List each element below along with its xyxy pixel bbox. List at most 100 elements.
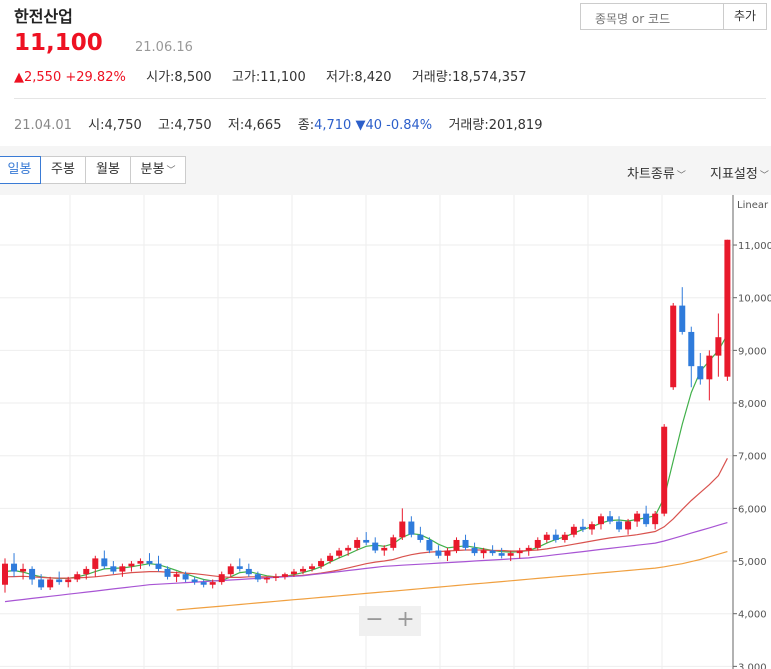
candle-body bbox=[652, 513, 659, 525]
divider bbox=[14, 98, 766, 99]
candle-body bbox=[354, 539, 361, 548]
candle-body bbox=[47, 579, 54, 588]
volume-value: 18,574,357 bbox=[452, 70, 527, 85]
up-arrow-icon: ▲ bbox=[14, 70, 24, 85]
candle-body bbox=[29, 568, 36, 580]
price-change-pct: +29.82% bbox=[65, 70, 126, 85]
hover-open-label: 시 bbox=[88, 118, 101, 133]
candle-body bbox=[272, 576, 279, 578]
price-summary-row: ▲2,550 +29.82% 시가:8,500 고가:11,100 저가:8,4… bbox=[14, 70, 527, 85]
candle-body bbox=[561, 534, 568, 540]
chevron-down-icon: ﹀ bbox=[676, 171, 686, 181]
candle-body bbox=[363, 539, 370, 543]
tab-minute-label: 분봉 bbox=[140, 162, 165, 177]
y-tick-label: 5,000 bbox=[738, 557, 767, 568]
candle-body bbox=[525, 547, 532, 551]
candle-body bbox=[607, 516, 614, 522]
candle-body bbox=[661, 426, 668, 514]
candle-body bbox=[101, 558, 108, 567]
hover-change: 40 bbox=[365, 118, 383, 133]
chevron-down-icon: ﹀ bbox=[166, 166, 176, 176]
candle-body bbox=[119, 566, 126, 572]
chevron-down-icon: ﹀ bbox=[759, 171, 769, 181]
tab-daily[interactable]: 일봉 bbox=[0, 156, 41, 184]
y-tick-label: 10,000 bbox=[738, 294, 771, 305]
y-tick-label: 11,000 bbox=[738, 241, 771, 252]
candle-body bbox=[38, 579, 45, 588]
chart-type-dropdown[interactable]: 차트종류 ﹀ bbox=[627, 163, 686, 182]
y-tick-label: 3,000 bbox=[738, 662, 767, 669]
add-button[interactable]: 추가 bbox=[723, 3, 767, 30]
candle-body bbox=[588, 524, 595, 530]
candle-body bbox=[679, 305, 686, 332]
candle-body bbox=[263, 577, 270, 580]
high-value: 11,100 bbox=[260, 70, 306, 85]
candle-body bbox=[336, 550, 343, 556]
candle-body bbox=[724, 239, 731, 377]
stock-search-input[interactable] bbox=[580, 3, 724, 30]
chart-type-label: 차트종류 bbox=[627, 167, 675, 182]
candle-body bbox=[236, 566, 243, 569]
candle-body bbox=[227, 566, 234, 575]
candle-body bbox=[146, 561, 153, 564]
price-change: 2,550 bbox=[24, 70, 62, 85]
open-value: 8,500 bbox=[174, 70, 212, 85]
moving-average-line-4 bbox=[176, 551, 728, 611]
zoom-out-button[interactable]: − bbox=[359, 606, 390, 636]
candle-body bbox=[2, 563, 8, 585]
candle-body bbox=[20, 568, 27, 572]
candle-body bbox=[200, 582, 207, 585]
stock-name: 한전산업 bbox=[14, 7, 73, 26]
candle-body bbox=[173, 574, 180, 577]
tab-minute[interactable]: 분봉 ﹀ bbox=[130, 156, 186, 184]
y-tick-label: 9,000 bbox=[738, 346, 767, 357]
candle-body bbox=[715, 337, 722, 356]
tab-weekly[interactable]: 주봉 bbox=[40, 156, 86, 184]
candle-body bbox=[597, 516, 604, 525]
candle-body bbox=[399, 521, 406, 538]
candle-body bbox=[706, 355, 713, 380]
candle-body bbox=[462, 539, 469, 548]
y-tick-label: 7,000 bbox=[738, 452, 767, 463]
candle-body bbox=[74, 574, 81, 580]
candle-body bbox=[254, 574, 261, 580]
price-date: 21.06.16 bbox=[135, 40, 193, 55]
hover-volume: 201,819 bbox=[488, 118, 543, 133]
candle-body bbox=[182, 574, 189, 580]
candle-body bbox=[299, 568, 306, 572]
candle-body bbox=[92, 558, 99, 569]
candle-body bbox=[218, 574, 225, 583]
candle-body bbox=[290, 571, 297, 575]
open-label: 시가 bbox=[146, 70, 171, 85]
y-tick-label: 8,000 bbox=[738, 399, 767, 410]
candle-body bbox=[570, 526, 577, 535]
candle-body bbox=[372, 542, 379, 551]
candlestick-chart[interactable]: 3,000 4,000 5,000 6,000 7,000 8,000 9,000 10,00… bbox=[0, 195, 771, 669]
y-tick-label: 4,000 bbox=[738, 610, 767, 621]
hover-low: 4,665 bbox=[244, 118, 282, 133]
candle-body bbox=[345, 547, 352, 551]
hover-high-label: 고 bbox=[158, 118, 170, 133]
indicator-settings-dropdown[interactable]: 지표설정 ﹀ bbox=[710, 163, 769, 182]
candle-body bbox=[191, 579, 198, 583]
zoom-controls: − + bbox=[359, 606, 421, 636]
zoom-in-button[interactable]: + bbox=[390, 606, 421, 636]
candle-body bbox=[245, 568, 252, 575]
low-label: 저가 bbox=[326, 70, 350, 85]
candle-body bbox=[579, 526, 586, 530]
low-value: 8,420 bbox=[354, 70, 392, 85]
candle-body bbox=[155, 563, 162, 569]
candle-body bbox=[498, 553, 505, 556]
indicator-settings-label: 지표설정 bbox=[710, 167, 758, 182]
candle-body bbox=[471, 547, 478, 554]
candle-body bbox=[381, 547, 388, 551]
candle-body bbox=[435, 550, 442, 556]
volume-label: 거래량 bbox=[411, 70, 448, 85]
tab-monthly[interactable]: 월봉 bbox=[85, 156, 131, 184]
candle-body bbox=[408, 521, 415, 535]
candle-body bbox=[110, 566, 117, 572]
candle-body bbox=[534, 539, 541, 548]
candle-body bbox=[616, 521, 623, 530]
candle-body bbox=[327, 555, 334, 562]
scale-label: Linear bbox=[737, 200, 769, 211]
